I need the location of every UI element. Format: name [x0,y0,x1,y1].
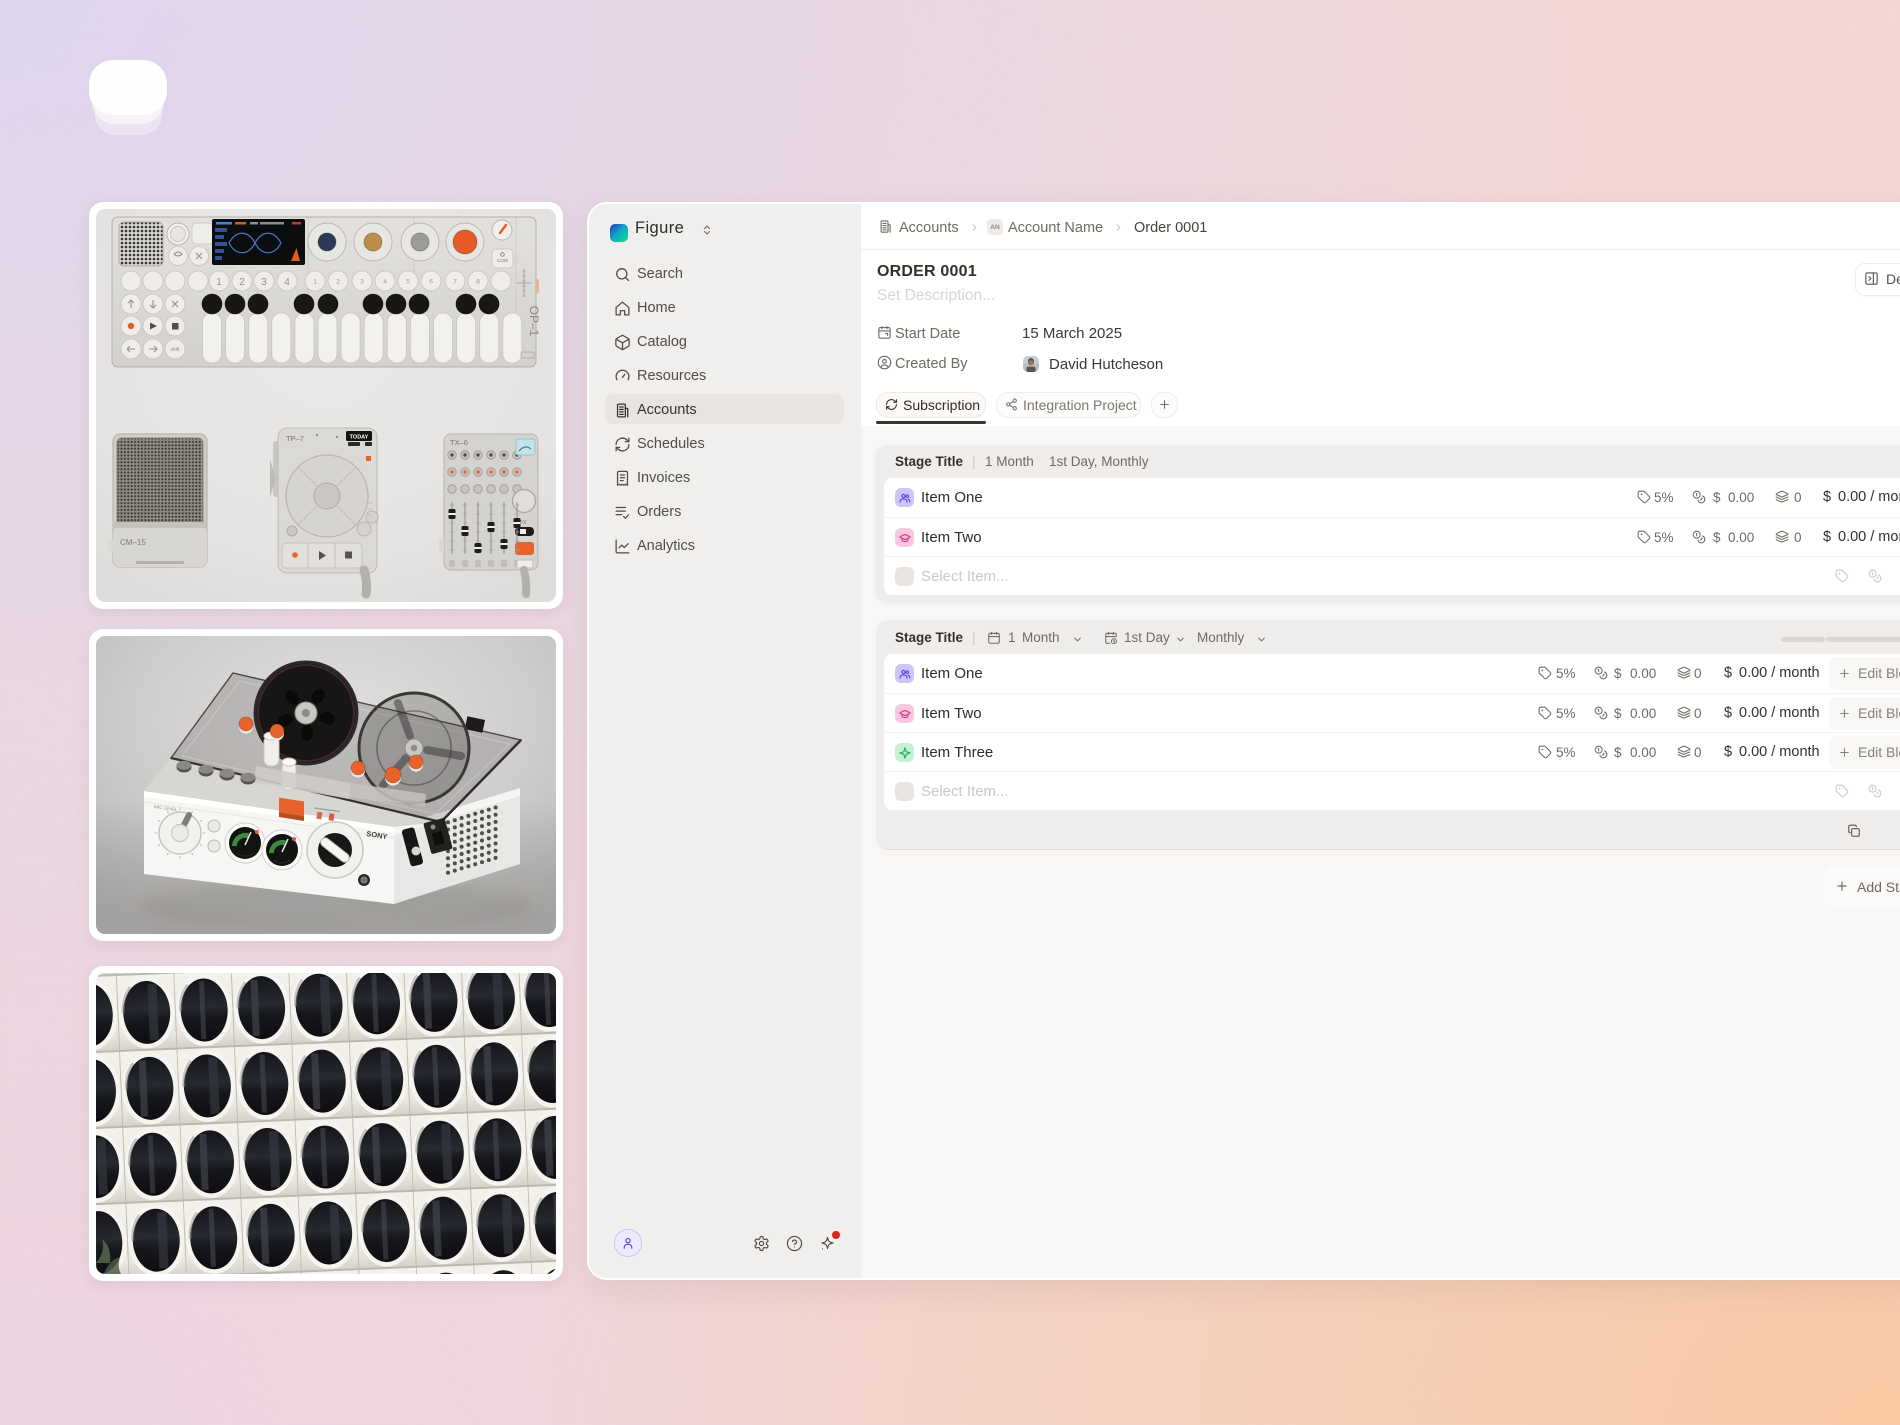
svg-text:8: 8 [476,279,480,286]
svg-text:5: 5 [406,279,410,286]
svg-text:CM–15: CM–15 [120,538,146,547]
svg-text:COM: COM [497,258,508,263]
svg-text:shift: shift [170,347,180,353]
svg-text:4: 4 [383,279,387,286]
svg-text:3: 3 [360,279,364,286]
svg-text:FX: FX [520,520,527,526]
svg-text:TX–6: TX–6 [450,438,468,447]
svg-text:2: 2 [239,277,245,288]
svg-text:7: 7 [453,279,457,286]
svg-text:TODAY: TODAY [350,435,369,441]
svg-text:3: 3 [261,277,267,288]
svg-text:1: 1 [216,277,222,288]
svg-text:2: 2 [336,279,340,286]
svg-text:6: 6 [429,279,433,286]
svg-text:4: 4 [284,277,290,288]
svg-text:OP–1: OP–1 [527,306,541,337]
svg-text:1: 1 [313,279,317,286]
svg-text:TP–7: TP–7 [286,434,304,443]
